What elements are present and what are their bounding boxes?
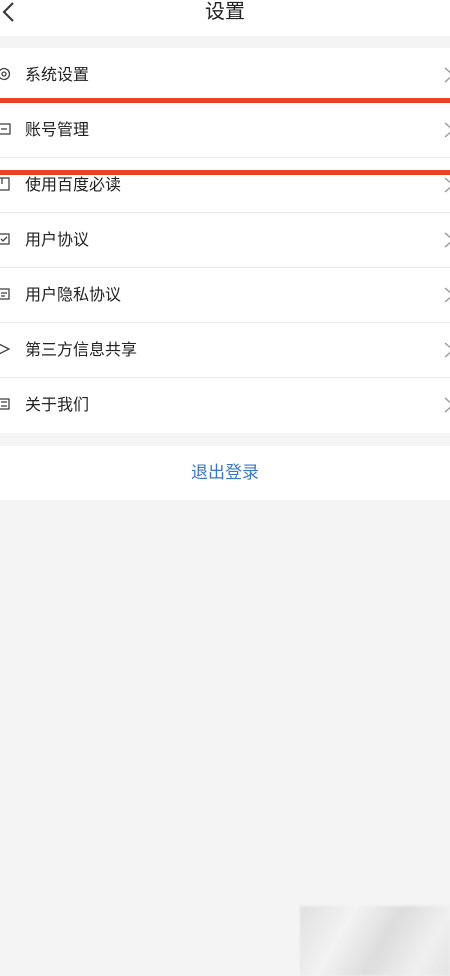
chevron-right-icon xyxy=(442,341,450,359)
info-icon xyxy=(0,396,12,412)
header-bar: 设置 xyxy=(0,0,450,36)
account-icon xyxy=(0,121,12,137)
settings-item-system[interactable]: 系统设置 xyxy=(0,48,450,103)
settings-item-label: 系统设置 xyxy=(25,65,90,84)
settings-item-label: 用户协议 xyxy=(25,230,90,249)
page-title: 设置 xyxy=(205,0,245,23)
privacy-icon xyxy=(0,286,12,302)
gear-icon xyxy=(0,66,12,82)
settings-item-label: 使用百度必读 xyxy=(25,175,122,194)
settings-item-third-party[interactable]: 第三方信息共享 xyxy=(0,323,450,378)
settings-item-user-agreement[interactable]: 用户协议 xyxy=(0,213,450,268)
chevron-right-icon xyxy=(442,66,450,84)
chevron-right-icon xyxy=(442,286,450,304)
logout-button[interactable]: 退出登录 xyxy=(0,446,450,500)
settings-item-label: 账号管理 xyxy=(25,120,90,139)
settings-list: 系统设置 账号管理 使用百度必读 用户协议 用户隐私协议 第三方信息共享 关于我… xyxy=(0,48,450,433)
settings-item-account[interactable]: 账号管理 xyxy=(0,103,450,158)
chevron-right-icon xyxy=(442,396,450,414)
book-icon xyxy=(0,176,12,192)
settings-item-label: 用户隐私协议 xyxy=(25,285,122,304)
chevron-right-icon xyxy=(442,231,450,249)
settings-item-privacy[interactable]: 用户隐私协议 xyxy=(0,268,450,323)
chevron-right-icon xyxy=(442,176,450,194)
settings-item-label: 关于我们 xyxy=(25,395,90,414)
highlight-line-bottom xyxy=(0,170,450,175)
watermark-image xyxy=(300,906,450,976)
share-icon xyxy=(0,341,12,357)
settings-item-guide[interactable]: 使用百度必读 xyxy=(0,158,450,213)
settings-item-about[interactable]: 关于我们 xyxy=(0,378,450,433)
settings-item-label: 第三方信息共享 xyxy=(25,340,138,359)
agreement-icon xyxy=(0,231,12,247)
chevron-right-icon xyxy=(442,121,450,139)
highlight-line-top xyxy=(0,98,450,103)
